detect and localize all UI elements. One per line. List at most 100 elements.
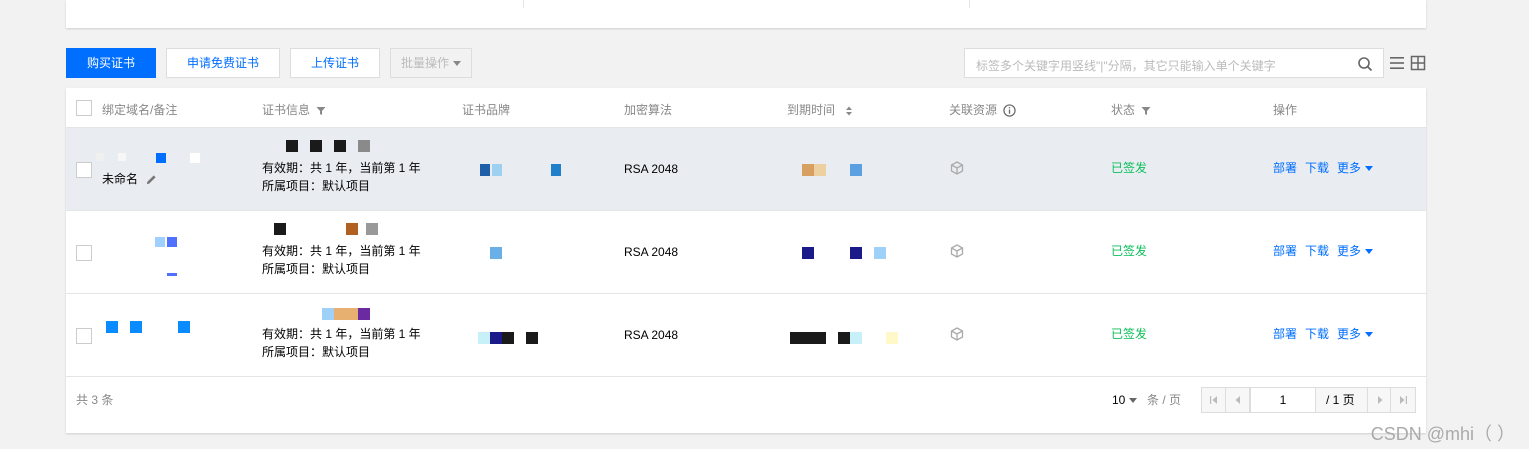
redacted-block (802, 164, 814, 176)
redacted-block (156, 153, 166, 163)
redacted-block (838, 332, 850, 344)
page-size-select[interactable]: 10 (1112, 391, 1138, 409)
cube-icon[interactable] (950, 161, 964, 175)
redacted-block (551, 164, 561, 176)
redacted-block (358, 308, 370, 320)
filter-icon[interactable] (1141, 106, 1151, 116)
redacted-block (886, 332, 898, 344)
info-icon[interactable] (1003, 104, 1017, 118)
row-algorithm: RSA 2048 (624, 245, 679, 259)
cube-icon[interactable] (950, 244, 964, 258)
divider (969, 0, 970, 8)
caret-down-icon (1365, 249, 1374, 255)
deploy-link[interactable]: 部署 (1273, 242, 1297, 260)
batch-operation-dropdown[interactable]: 批量操作 (390, 48, 472, 78)
redacted-block (334, 308, 346, 320)
more-label: 更多 (1337, 161, 1362, 175)
caret-down-icon (1365, 166, 1374, 172)
search-placeholder: 标签多个关键字用竖线"|"分隔，其它只能输入单个关键字 (976, 59, 1276, 73)
caret-down-icon (1365, 332, 1374, 338)
redacted-block (490, 247, 502, 259)
redacted-block (334, 140, 346, 152)
prev-page-button[interactable] (1226, 388, 1250, 412)
row-checkbox[interactable] (76, 162, 92, 178)
row-checkbox[interactable] (76, 328, 92, 344)
header-expire[interactable]: 到期时间 (787, 101, 854, 118)
buy-certificate-button[interactable]: 购买证书 (66, 48, 156, 78)
row-project: 所属项目：默认项目 (262, 345, 371, 359)
header-resources-label: 关联资源 (949, 103, 998, 117)
row-validity: 有效期：共 1 年，当前第 1 年 (262, 327, 421, 341)
redacted-block (850, 247, 862, 259)
first-page-icon (1210, 396, 1217, 404)
header-status[interactable]: 状态 (1111, 101, 1151, 118)
header-cert-info[interactable]: 证书信息 (262, 101, 326, 118)
redacted-block (190, 153, 200, 163)
page-size-value: 10 (1112, 393, 1126, 407)
redacted-block (478, 332, 490, 344)
redacted-block (490, 332, 502, 344)
batch-operation-label: 批量操作 (400, 56, 449, 70)
filter-icon[interactable] (316, 106, 326, 116)
select-all-checkbox[interactable] (76, 100, 92, 116)
header-status-label: 状态 (1111, 103, 1136, 117)
redacted-block (346, 223, 358, 235)
redacted-block (874, 247, 886, 259)
row-checkbox[interactable] (76, 245, 92, 261)
page-number-input[interactable]: 1 (1250, 388, 1316, 412)
redacted-block (850, 164, 862, 176)
header-brand: 证书品牌 (462, 103, 511, 117)
row-algorithm: RSA 2048 (624, 328, 679, 342)
table-row: 有效期：共 1 年，当前第 1 年 所属项目：默认项目 RSA 2048 已签发… (66, 211, 1426, 294)
more-dropdown[interactable]: 更多 (1337, 242, 1374, 260)
certificate-table: 绑定域名/备注 证书信息 证书品牌 加密算法 到期时间 关联资源 状态 操作 未… (66, 88, 1426, 433)
header-actions: 操作 (1273, 103, 1298, 117)
redacted-block (274, 223, 286, 235)
redacted-block (814, 164, 826, 176)
sort-icon[interactable] (844, 106, 854, 116)
download-link[interactable]: 下载 (1305, 242, 1329, 260)
header-cert-info-label: 证书信息 (262, 103, 311, 117)
redacted-block (118, 153, 126, 161)
redacted-block (502, 332, 514, 344)
cube-icon[interactable] (950, 327, 964, 341)
upload-certificate-button[interactable]: 上传证书 (290, 48, 380, 78)
table-footer: 共 3 条 10 条 / 页 1 / 1 页 (66, 377, 1426, 433)
next-page-button[interactable] (1367, 388, 1391, 412)
redacted-block (366, 223, 378, 235)
list-view-icon[interactable] (1389, 55, 1405, 71)
first-page-button[interactable] (1202, 388, 1226, 412)
apply-free-certificate-button[interactable]: 申请免费证书 (166, 48, 280, 78)
chevron-right-icon (1378, 396, 1383, 404)
row-project: 所属项目：默认项目 (262, 179, 371, 193)
more-label: 更多 (1337, 327, 1362, 341)
download-link[interactable]: 下载 (1305, 325, 1329, 343)
search-input[interactable]: 标签多个关键字用竖线"|"分隔，其它只能输入单个关键字 (964, 48, 1384, 78)
redacted-block (106, 321, 118, 333)
redacted-block (322, 308, 334, 320)
row-validity: 有效期：共 1 年，当前第 1 年 (262, 244, 421, 258)
redacted-block (130, 321, 142, 333)
total-count: 共 3 条 (76, 393, 114, 407)
table-header: 绑定域名/备注 证书信息 证书品牌 加密算法 到期时间 关联资源 状态 操作 (66, 88, 1426, 128)
more-dropdown[interactable]: 更多 (1337, 325, 1374, 343)
deploy-link[interactable]: 部署 (1273, 159, 1297, 177)
row-remark: 未命名 (102, 172, 139, 186)
redacted-block (492, 164, 502, 176)
download-link[interactable]: 下载 (1305, 159, 1329, 177)
last-page-button[interactable] (1391, 388, 1415, 412)
more-dropdown[interactable]: 更多 (1337, 159, 1374, 177)
deploy-link[interactable]: 部署 (1273, 325, 1297, 343)
per-page-label: 条 / 页 (1147, 393, 1182, 407)
chevron-left-icon (1235, 396, 1240, 404)
search-icon[interactable] (1357, 56, 1373, 72)
redacted-block (358, 140, 370, 152)
redacted-block (155, 237, 165, 247)
pagination: 1 / 1 页 (1201, 387, 1416, 413)
caret-down-icon (1129, 398, 1138, 404)
redacted-block (802, 247, 814, 259)
redacted-block (790, 332, 826, 344)
edit-icon[interactable] (146, 174, 157, 185)
redacted-block (167, 237, 177, 247)
grid-view-icon[interactable] (1410, 55, 1426, 71)
